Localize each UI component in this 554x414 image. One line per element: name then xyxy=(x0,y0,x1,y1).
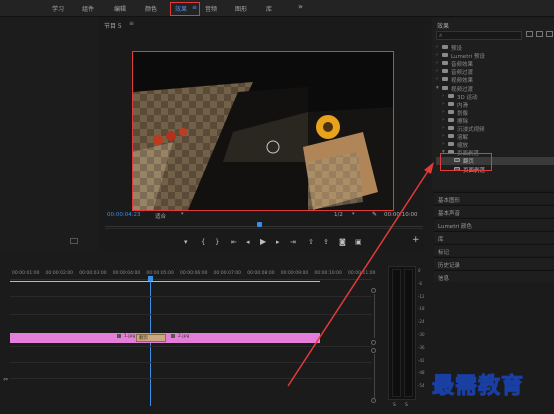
arrow-head xyxy=(424,162,434,174)
watermark-logo: 最需教育 xyxy=(431,373,525,400)
arrow-line xyxy=(287,167,431,387)
annotation-arrow xyxy=(287,162,434,387)
